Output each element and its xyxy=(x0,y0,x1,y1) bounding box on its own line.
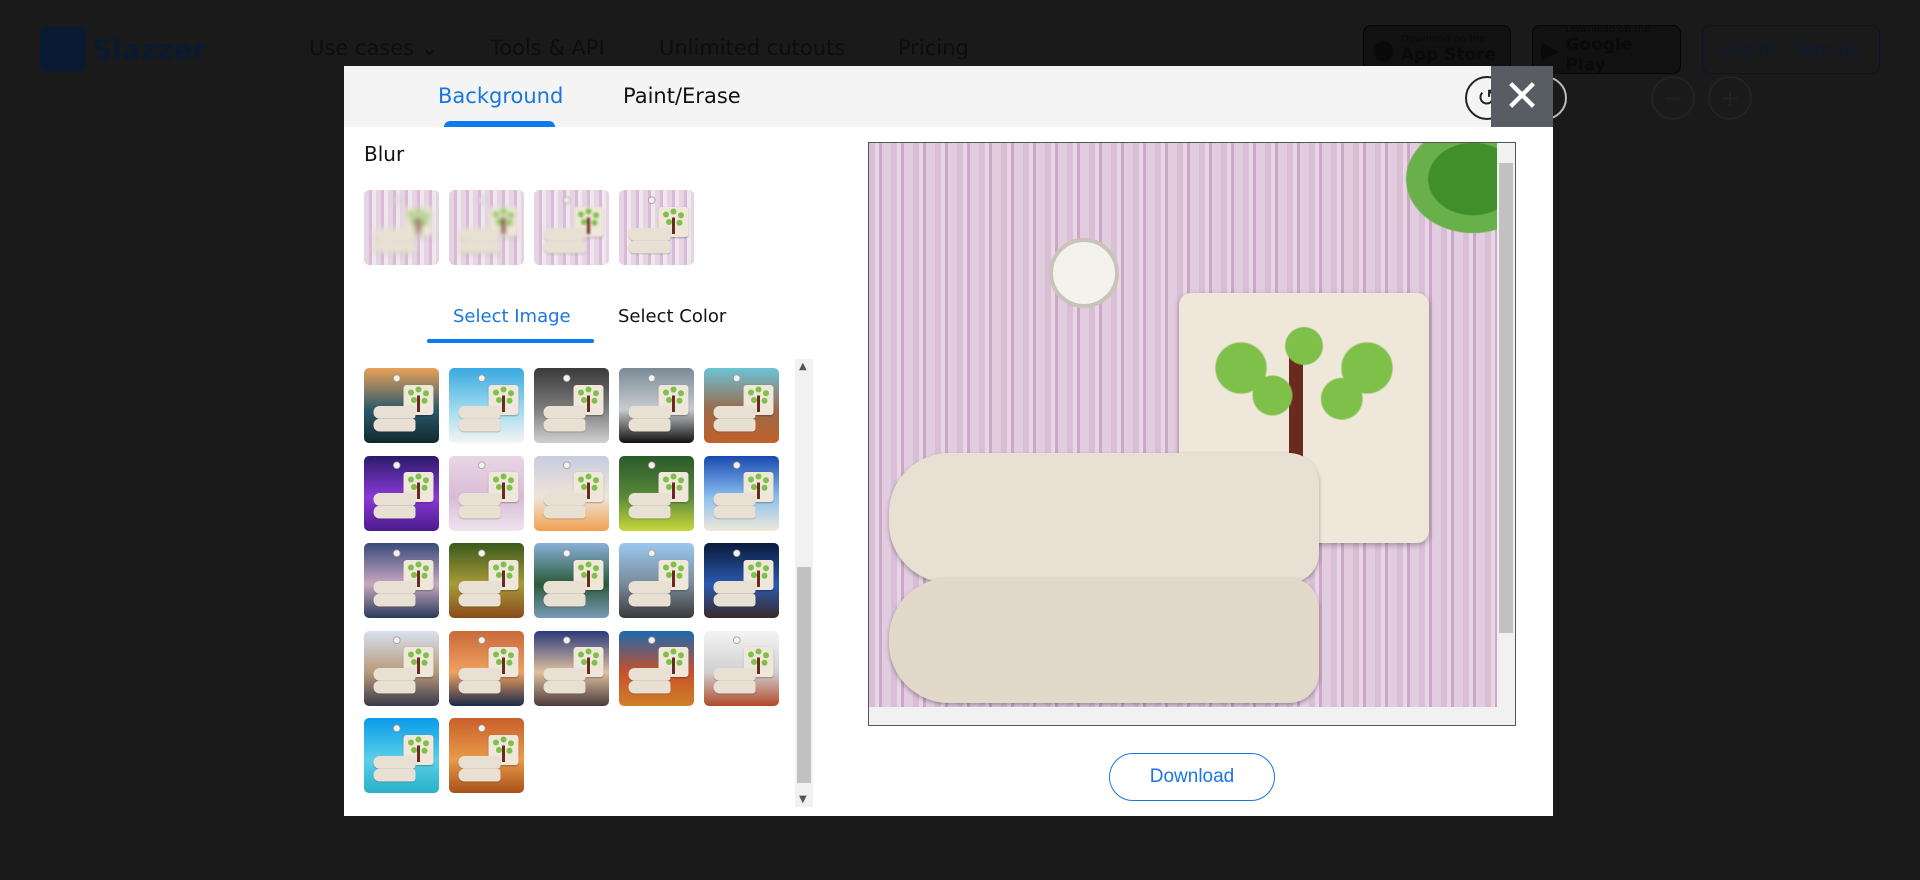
background-option[interactable] xyxy=(534,368,609,443)
background-option[interactable] xyxy=(449,543,524,618)
background-option[interactable] xyxy=(364,455,439,531)
active-tab-indicator xyxy=(444,121,555,127)
blur-option[interactable] xyxy=(619,190,694,265)
background-option[interactable] xyxy=(619,368,694,443)
background-option[interactable] xyxy=(704,368,779,443)
tab-paint-erase[interactable]: Paint/Erase xyxy=(623,84,741,108)
blur-option[interactable] xyxy=(449,190,524,265)
editor-toolbar: ↺ ↻ − + xyxy=(830,66,1752,127)
background-option[interactable] xyxy=(619,630,694,706)
editor-modal: Background Paint/Erase ↺ ↻ − + ✕ Blur Se… xyxy=(344,66,1752,816)
background-option[interactable] xyxy=(449,455,524,531)
nav-use-cases[interactable]: Use cases ⌄ xyxy=(309,36,438,60)
background-option[interactable] xyxy=(449,368,524,443)
close-button[interactable]: ✕ xyxy=(1491,66,1553,127)
background-option[interactable] xyxy=(364,543,439,618)
apple-icon: ● xyxy=(1372,34,1395,65)
login-signup-button[interactable]: Log in / Sign up xyxy=(1702,25,1880,74)
play-icon: ▶ xyxy=(1541,35,1560,64)
background-option[interactable] xyxy=(704,543,779,618)
scrollbar-thumb[interactable] xyxy=(797,567,811,783)
plus-icon: + xyxy=(1719,84,1741,112)
grid-scrollbar[interactable]: ▲ ▼ xyxy=(795,359,813,807)
blanket-image xyxy=(889,453,1319,703)
background-option[interactable] xyxy=(619,543,694,618)
zoom-in-button[interactable]: + xyxy=(1708,76,1752,120)
close-icon: ✕ xyxy=(1503,71,1541,122)
nav-pricing[interactable]: Pricing xyxy=(898,36,969,60)
scroll-up-icon[interactable]: ▲ xyxy=(799,361,807,372)
subtab-select-image[interactable]: Select Image xyxy=(453,306,571,327)
blur-label: Blur xyxy=(364,142,405,166)
subtab-select-color[interactable]: Select Color xyxy=(618,306,726,327)
editor-tabs: Background Paint/Erase xyxy=(344,66,830,127)
preview-vertical-scrollbar[interactable] xyxy=(1497,143,1515,709)
nav-unlimited-cutouts[interactable]: Unlimited cutouts xyxy=(659,36,845,60)
logo[interactable]: Slazzer xyxy=(40,26,206,72)
zoom-out-button[interactable]: − xyxy=(1651,76,1695,120)
background-option[interactable] xyxy=(449,718,524,793)
background-option[interactable] xyxy=(364,718,439,793)
blur-option[interactable] xyxy=(364,190,439,265)
scroll-down-icon[interactable]: ▼ xyxy=(799,794,807,805)
tab-background[interactable]: Background xyxy=(438,84,563,108)
image-preview[interactable] xyxy=(868,142,1516,726)
nav-tools-api[interactable]: Tools & API xyxy=(490,36,605,60)
background-option[interactable] xyxy=(364,368,439,443)
minus-icon: − xyxy=(1662,84,1684,112)
blur-option[interactable] xyxy=(534,190,609,265)
background-option[interactable] xyxy=(704,630,779,706)
clock-image xyxy=(1049,238,1119,308)
download-button[interactable]: Download xyxy=(1109,753,1275,801)
background-option[interactable] xyxy=(364,630,439,706)
plant-leaves xyxy=(1369,143,1499,263)
background-option[interactable] xyxy=(534,455,609,531)
preview-horizontal-scrollbar[interactable] xyxy=(869,707,1515,725)
background-option[interactable] xyxy=(619,455,694,531)
preview-scrollbar-thumb[interactable] xyxy=(1499,163,1513,633)
logo-icon xyxy=(40,26,86,72)
background-option[interactable] xyxy=(534,543,609,618)
active-subtab-indicator xyxy=(427,339,594,343)
background-option[interactable] xyxy=(704,455,779,531)
background-option[interactable] xyxy=(534,630,609,706)
google-play-button[interactable]: ▶ Download on the Google Play xyxy=(1532,24,1681,75)
background-option[interactable] xyxy=(449,630,524,706)
